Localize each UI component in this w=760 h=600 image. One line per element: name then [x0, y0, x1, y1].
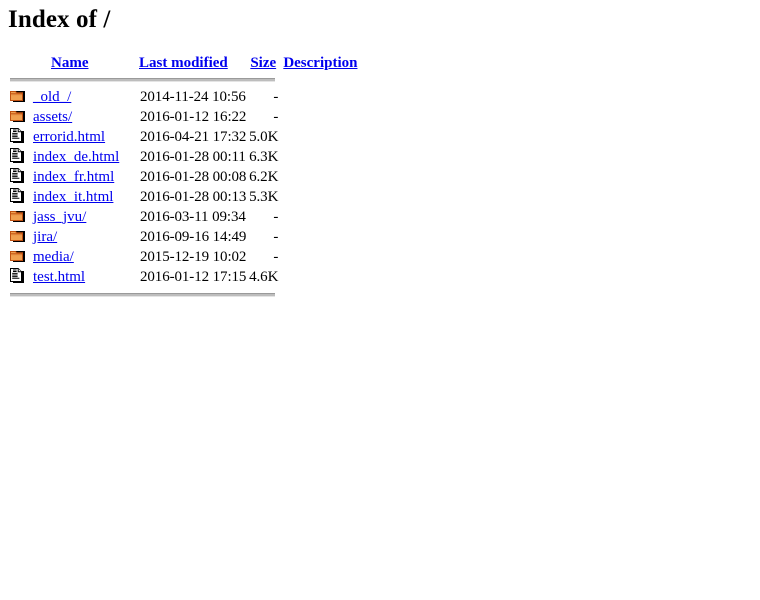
entry-link[interactable]: assets/ [33, 109, 72, 125]
row-name-cell: index_de.html [32, 147, 129, 167]
table-row: index_de.html 2016-01-28 00:11 6.3K [8, 147, 357, 167]
file-icon [10, 148, 26, 164]
row-name-cell: test.html [32, 267, 129, 287]
row-name-cell: jira/ [32, 227, 129, 247]
folder-icon [10, 208, 26, 224]
row-name-cell: assets/ [32, 107, 129, 127]
row-description [278, 227, 357, 247]
row-last-modified: 2016-09-16 14:49 [140, 229, 247, 245]
file-icon [10, 168, 26, 184]
row-description [278, 247, 357, 267]
folder-icon [10, 228, 26, 244]
row-icon-cell [8, 187, 32, 207]
row-size: - [273, 249, 279, 265]
row-name-cell: index_fr.html [32, 167, 129, 187]
row-last-modified: 2016-01-28 00:13 [140, 189, 247, 205]
row-description [278, 87, 357, 107]
row-size: - [273, 209, 279, 225]
table-row: test.html 2016-01-12 17:15 4.6K [8, 267, 357, 287]
row-last-modified: 2016-01-12 17:15 [140, 269, 247, 285]
row-description [278, 207, 357, 227]
row-size: 6.3K [249, 149, 279, 165]
row-description [278, 127, 357, 147]
row-icon-cell [8, 147, 32, 167]
table-row: index_fr.html 2016-01-28 00:08 6.2K [8, 167, 357, 187]
header-cell-name: Name [32, 52, 129, 74]
table-row: media/2015-12-19 10:02 - [8, 247, 357, 267]
row-description [278, 167, 357, 187]
entry-link[interactable]: index_it.html [33, 189, 113, 205]
sort-by-last-modified[interactable]: Last modified [139, 55, 228, 71]
entry-link[interactable]: _old_/ [33, 89, 71, 105]
sort-by-size[interactable]: Size [250, 55, 276, 71]
row-size: 6.2K [249, 169, 279, 185]
table-row: jass_jvu/2016-03-11 09:34 - [8, 207, 357, 227]
row-last-modified: 2016-04-21 17:32 [140, 129, 247, 145]
directory-listing-table: Name Last modified Size Description _old… [8, 52, 357, 297]
header-cell-description: Description [278, 52, 357, 74]
row-icon-cell [8, 87, 32, 107]
row-size: - [273, 89, 279, 105]
folder-icon [10, 248, 26, 264]
table-rule-top-row [8, 74, 357, 87]
row-name-cell: media/ [32, 247, 129, 267]
row-icon-cell [8, 247, 32, 267]
row-size: - [273, 109, 279, 125]
folder-icon [10, 108, 26, 124]
row-last-modified: 2014-11-24 10:56 [140, 89, 246, 105]
table-row: _old_/ 2014-11-24 10:56 - [8, 87, 357, 107]
horizontal-rule-top [8, 74, 357, 87]
row-description [278, 147, 357, 167]
row-icon-cell [8, 107, 32, 127]
row-size: 5.0K [249, 129, 279, 145]
row-last-modified: 2016-01-12 16:22 [140, 109, 247, 125]
entry-link[interactable]: media/ [33, 249, 74, 265]
row-description [278, 187, 357, 207]
directory-index-page: Index of / Name Last modified Size Descr… [0, 0, 760, 600]
file-icon [10, 268, 26, 284]
table-row: jira/2016-09-16 14:49 - [8, 227, 357, 247]
row-name-cell: index_it.html [32, 187, 129, 207]
folder-icon [10, 88, 26, 104]
entry-link[interactable]: errorid.html [33, 129, 105, 145]
header-cell-last-modified: Last modified [129, 52, 246, 74]
table-row: errorid.html 2016-04-21 17:32 5.0K [8, 127, 357, 147]
file-icon [10, 128, 26, 144]
row-size: - [273, 229, 279, 245]
file-icon [10, 188, 26, 204]
entry-link[interactable]: jira/ [33, 229, 57, 245]
sort-by-description[interactable]: Description [283, 55, 357, 71]
row-size: 4.6K [249, 269, 279, 285]
row-size: 5.3K [249, 189, 279, 205]
header-icon-spacer [8, 52, 32, 74]
table-rule-bottom-row [8, 287, 357, 297]
row-name-cell: errorid.html [32, 127, 129, 147]
row-icon-cell [8, 207, 32, 227]
entry-link[interactable]: jass_jvu/ [33, 209, 86, 225]
page-title: Index of / [8, 6, 111, 33]
row-icon-cell [8, 267, 32, 287]
table-header-row: Name Last modified Size Description [8, 52, 357, 74]
row-icon-cell [8, 127, 32, 147]
directory-listing-body: Name Last modified Size Description _old… [8, 52, 357, 297]
sort-by-name[interactable]: Name [51, 55, 89, 71]
entry-link[interactable]: index_fr.html [33, 169, 114, 185]
row-last-modified: 2016-03-11 09:34 [140, 209, 246, 225]
table-row: index_it.html 2016-01-28 00:13 5.3K [8, 187, 357, 207]
row-last-modified: 2016-01-28 00:08 [140, 169, 247, 185]
entry-link[interactable]: index_de.html [33, 149, 119, 165]
row-name-cell: _old_/ [32, 87, 129, 107]
row-name-cell: jass_jvu/ [32, 207, 129, 227]
row-last-modified: 2015-12-19 10:02 [140, 249, 247, 265]
header-cell-size: Size [246, 52, 278, 74]
horizontal-rule-bottom [8, 287, 357, 297]
row-icon-cell [8, 167, 32, 187]
row-description [278, 267, 357, 287]
entry-link[interactable]: test.html [33, 269, 85, 285]
table-row: assets/2016-01-12 16:22 - [8, 107, 357, 127]
row-last-modified: 2016-01-28 00:11 [140, 149, 246, 165]
row-description [278, 107, 357, 127]
row-icon-cell [8, 227, 32, 247]
